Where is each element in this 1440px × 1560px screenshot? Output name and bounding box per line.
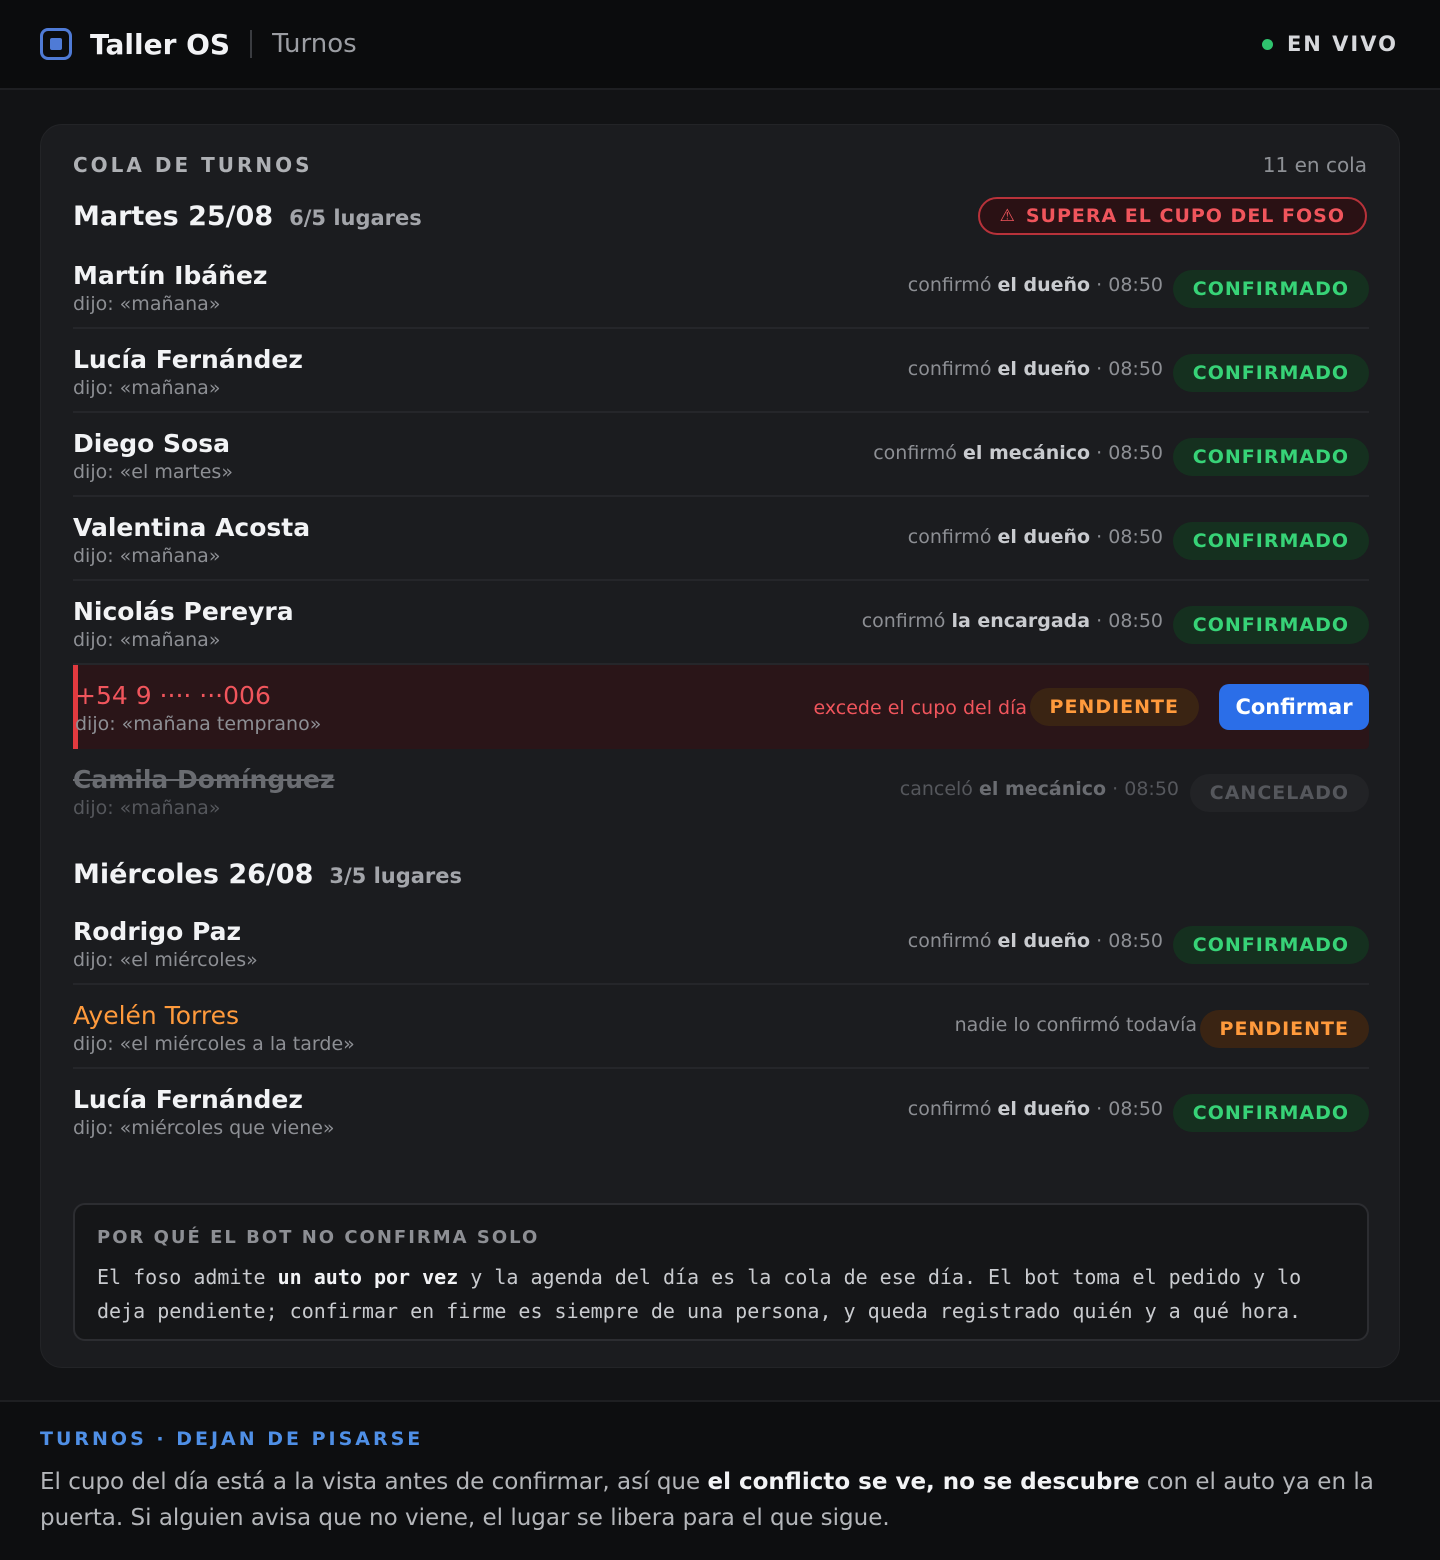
queue-title: COLA DE TURNOS [73,153,313,177]
client-said: dijo: «mañana» [73,545,221,567]
confirmation-meta: confirmó el dueño · 08:50 [907,930,1163,952]
app-logo-icon [40,28,72,60]
client-said: dijo: «el miércoles a la tarde» [73,1033,355,1055]
client-name: Martín Ibáñez [73,261,268,290]
client-name: Camila Domínguez [73,765,335,794]
table-row[interactable]: Martín Ibáñez dijo: «mañana» confirmó el… [73,245,1369,329]
client-said: dijo: «mañana temprano» [75,713,322,735]
client-name: Lucía Fernández [73,345,303,374]
queue-card: COLA DE TURNOS 11 en cola Martes 25/08 6… [40,124,1400,1368]
status-badge: CANCELADO [1189,774,1369,812]
client-said: dijo: «mañana» [73,629,221,651]
live-label: EN VIVO [1286,32,1398,56]
note-body: El foso admite un auto por vez y la agen… [97,1265,1302,1323]
confirmation-meta: nadie lo confirmó todavía [954,1014,1197,1036]
table-row-pending[interactable]: Ayelén Torres dijo: «el miércoles a la t… [73,985,1369,1069]
status-badge: CONFIRMADO [1172,522,1369,560]
status-badge: CONFIRMADO [1172,606,1369,644]
client-name: Diego Sosa [73,429,230,458]
note-title: POR QUÉ EL BOT NO CONFIRMA SOLO [97,1227,540,1248]
status-badge: CONFIRMADO [1172,354,1369,392]
day-name: Martes 25/08 [73,201,274,232]
client-name: Ayelén Torres [73,1001,239,1030]
warning-triangle-icon: ⚠ [999,206,1016,226]
footer-caption: TURNOS · DEJAN DE PISARSE El cupo del dí… [0,1400,1440,1560]
app-name: Taller OS [90,27,231,61]
table-row[interactable]: Rodrigo Paz dijo: «el miércoles» confirm… [73,901,1369,985]
day-name: Miércoles 26/08 [73,859,314,890]
table-row[interactable]: Diego Sosa dijo: «el martes» confirmó el… [73,413,1369,497]
footer-body: El cupo del día está a la vista antes de… [40,1469,1374,1531]
table-row-conflict[interactable]: +54 9 ···· ···006 dijo: «mañana temprano… [73,665,1369,749]
table-row[interactable]: Valentina Acosta dijo: «mañana» confirmó… [73,497,1369,581]
top-bar: Taller OS Turnos EN VIVO [0,0,1440,90]
capacity-alert-badge: ⚠ SUPERA EL CUPO DEL FOSO [977,197,1367,235]
status-badge: CONFIRMADO [1172,926,1369,964]
status-badge: PENDIENTE [1199,1010,1369,1048]
confirm-button[interactable]: Confirmar [1219,684,1369,730]
queue-count: 11 en cola [1262,153,1367,177]
client-name: Lucía Fernández [73,1085,303,1114]
cancellation-meta: canceló el mecánico · 08:50 [899,778,1179,800]
client-name: Valentina Acosta [73,513,311,542]
status-badge: CONFIRMADO [1172,438,1369,476]
day-capacity: 6/5 lugares [289,206,422,230]
client-said: dijo: «mañana» [73,293,221,315]
table-row[interactable]: Lucía Fernández dijo: «miércoles que vie… [73,1069,1369,1153]
confirmation-meta: confirmó el mecánico · 08:50 [873,442,1163,464]
client-said: dijo: «el miércoles» [73,949,258,971]
client-said: dijo: «mañana» [73,377,221,399]
status-badge: CONFIRMADO [1172,270,1369,308]
confirmation-meta: confirmó el dueño · 08:50 [907,358,1163,380]
table-row-cancelled[interactable]: Camila Domínguez dijo: «mañana» canceló … [73,749,1369,833]
capacity-alert-label: SUPERA EL CUPO DEL FOSO [1025,205,1345,227]
client-said: dijo: «el martes» [73,461,233,483]
title-divider [250,30,253,58]
confirmation-meta: confirmó el dueño · 08:50 [907,274,1163,296]
client-name: Nicolás Pereyra [73,597,294,626]
confirmation-meta: confirmó el dueño · 08:50 [907,1098,1163,1120]
day-header: Miércoles 26/08 3/5 lugares [73,859,462,890]
confirmation-meta: confirmó el dueño · 08:50 [907,526,1163,548]
client-phone: +54 9 ···· ···006 [75,681,271,710]
client-name: Rodrigo Paz [73,917,242,946]
section-title: Turnos [272,29,357,59]
live-indicator: EN VIVO [1261,32,1398,56]
confirmation-meta: confirmó la encargada · 08:50 [861,610,1163,632]
client-said: dijo: «mañana» [73,797,221,819]
day-header: Martes 25/08 6/5 lugares [73,201,422,232]
footer-title: TURNOS · DEJAN DE PISARSE [40,1428,424,1450]
client-said: dijo: «miércoles que viene» [73,1117,335,1139]
capacity-warning: excede el cupo del día [813,697,1027,719]
table-row[interactable]: Nicolás Pereyra dijo: «mañana» confirmó … [73,581,1369,665]
status-badge: PENDIENTE [1029,688,1199,726]
status-badge: CONFIRMADO [1172,1094,1369,1132]
live-dot-icon [1261,38,1273,50]
table-row[interactable]: Lucía Fernández dijo: «mañana» confirmó … [73,329,1369,413]
bot-policy-note: POR QUÉ EL BOT NO CONFIRMA SOLO El foso … [73,1203,1369,1341]
day-capacity: 3/5 lugares [329,864,463,888]
